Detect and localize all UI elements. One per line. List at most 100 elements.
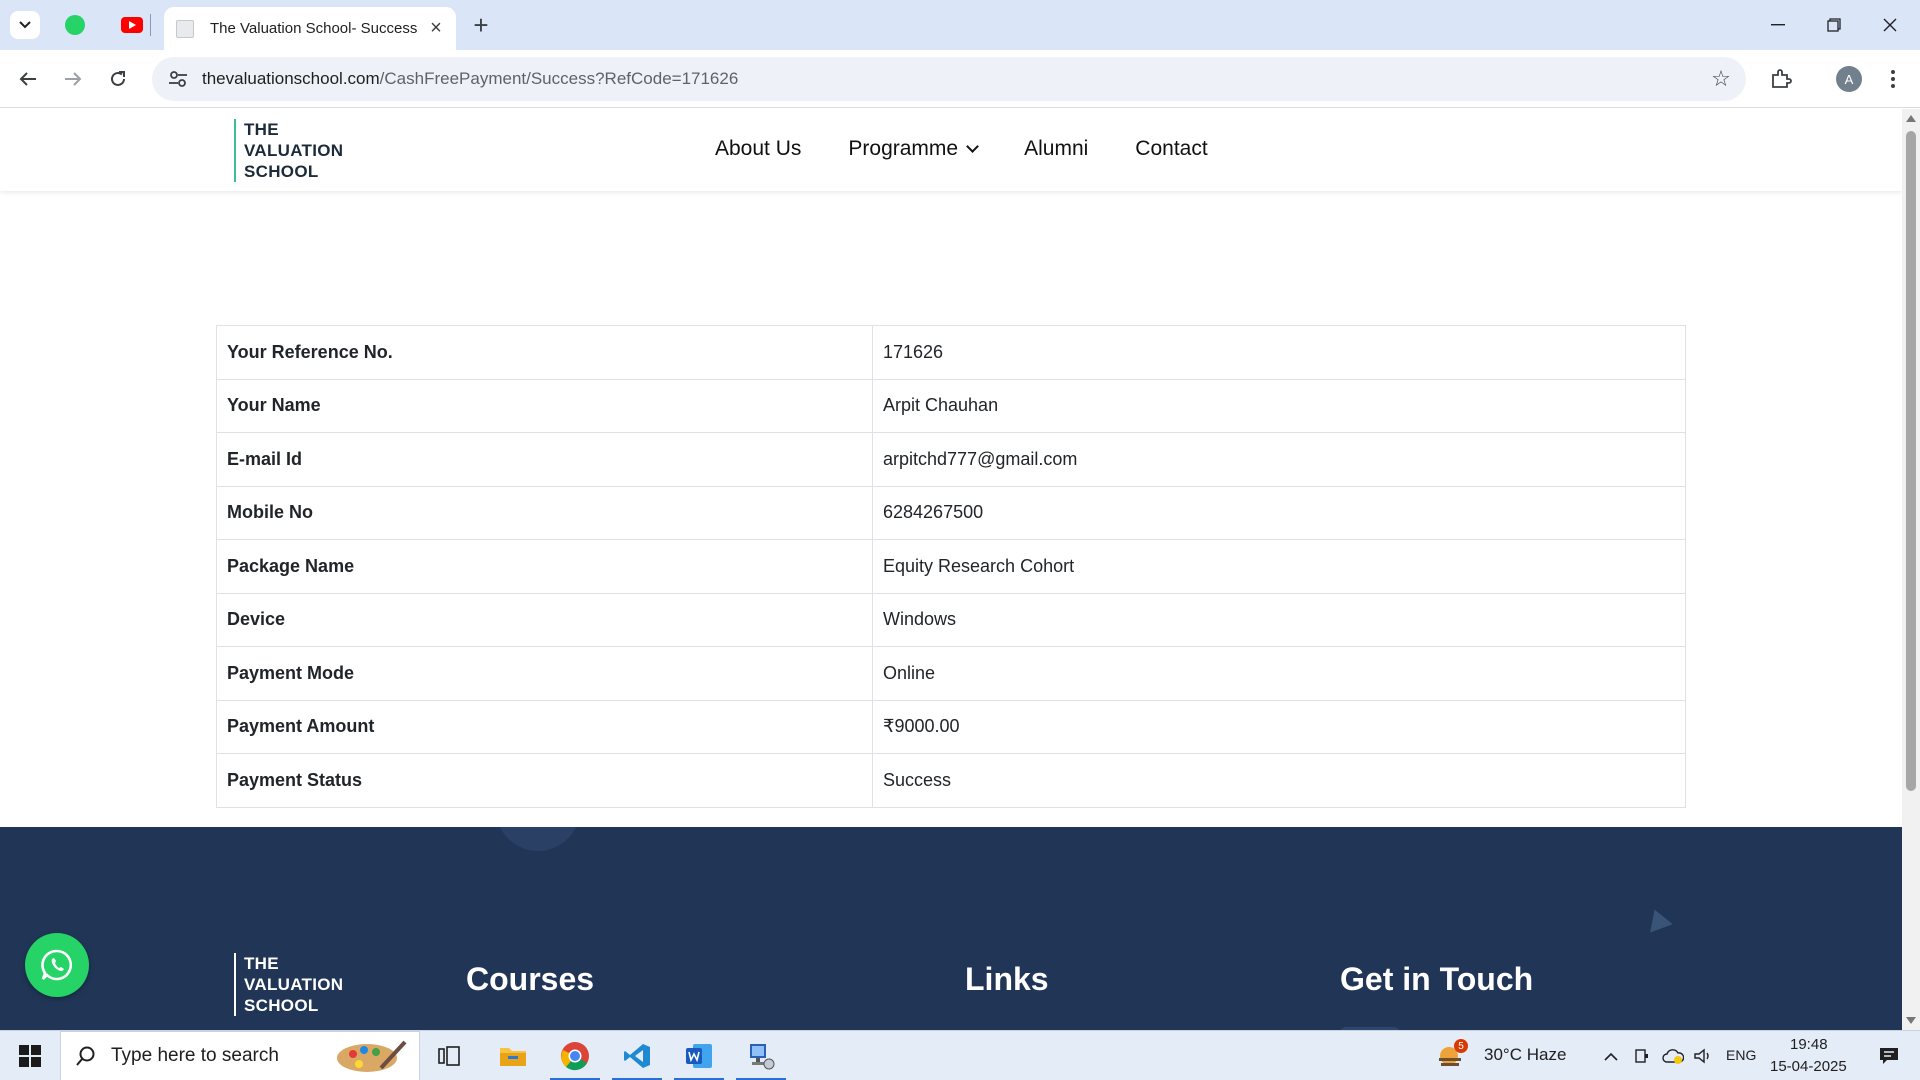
whatsapp-chat-button[interactable] [25,933,89,997]
taskbar-word[interactable] [670,1031,728,1080]
table-row: Package Name Equity Research Cohort [216,539,1686,594]
browser-tab-strip: The Valuation School- Success × + [0,0,1920,50]
nav-contact[interactable]: Contact [1135,137,1207,161]
row-label: Payment Mode [216,646,873,701]
minimize-button[interactable] [1750,0,1806,50]
browser-toolbar: thevaluationschool.com/CashFreePayment/S… [0,50,1920,108]
reload-icon [111,71,125,86]
task-view-button[interactable] [420,1031,478,1080]
tab-search-button[interactable] [10,11,40,39]
nav-alumni[interactable]: Alumni [1024,137,1088,161]
close-window-button[interactable] [1862,0,1918,50]
task-view-icon [438,1046,460,1066]
palette-illustration-icon [337,1040,407,1072]
weather-widget[interactable]: 5 [1428,1031,1472,1080]
notification-center-button[interactable] [1864,1031,1914,1080]
language-indicator[interactable]: ENG [1726,1047,1756,1063]
logo-line: THE [244,120,279,139]
row-label: E-mail Id [216,432,873,487]
tray-volume[interactable] [1688,1031,1718,1080]
tab-separator [150,14,151,36]
payment-details-table: Your Reference No. 171626 Your Name Arpit … [216,325,1686,808]
site-info-button[interactable] [158,57,198,101]
show-hidden-icons-button[interactable] [1596,1031,1626,1080]
pinned-tab-whatsapp[interactable] [60,11,90,39]
new-tab-button[interactable]: + [466,10,496,40]
computer-network-icon [750,1044,775,1070]
page-scrollbar[interactable] [1902,109,1920,1030]
more-vertical-icon [1891,70,1895,88]
row-label: Device [216,592,873,647]
youtube-icon [121,17,143,33]
nav-programme-label: Programme [848,137,959,160]
tray-onedrive[interactable] [1658,1031,1688,1080]
table-row: E-mail Id arpitchd777@gmail.com [216,432,1686,487]
search-icon [76,1046,95,1066]
vscode-icon [624,1044,650,1068]
row-value: arpitchd777@gmail.com [872,432,1686,487]
profile-avatar[interactable]: A [1836,66,1862,92]
footer-logo[interactable]: THE VALUATION SCHOOL [234,953,343,1016]
pinned-tab-youtube[interactable] [117,11,147,39]
row-label: Package Name [216,539,873,594]
row-label: Mobile No [216,485,873,540]
address-bar[interactable]: thevaluationschool.com/CashFreePayment/S… [152,57,1746,101]
start-button[interactable] [0,1031,60,1080]
tab-close-icon[interactable]: × [424,17,448,41]
arrow-left-icon [19,72,36,86]
url-text: thevaluationschool.com/CashFreePayment/S… [202,69,738,89]
taskbar-vscode[interactable] [608,1031,666,1080]
tab-title: The Valuation School- Success [210,20,418,37]
table-row: Your Reference No. 171626 [216,325,1686,380]
table-row: Device Windows [216,592,1686,647]
extensions-button[interactable] [1763,61,1799,97]
web-page: THE VALUATION SCHOOL About Us Programme … [0,109,1902,1030]
tray-meet-icon[interactable] [1628,1031,1656,1080]
row-value: Success [872,753,1686,808]
scroll-down-icon[interactable] [1906,1017,1916,1024]
clock-date[interactable]: 15-04-2025 [1770,1058,1847,1075]
clock-time[interactable]: 19:48 [1790,1036,1828,1053]
row-value: 6284267500 [872,485,1686,540]
table-row: Payment Mode Online [216,646,1686,701]
logo-line: VALUATION [244,141,344,160]
browser-menu-button[interactable] [1875,61,1911,97]
forward-button[interactable] [55,61,91,97]
bookmark-star-icon[interactable]: ☆ [1708,66,1734,92]
weather-badge: 5 [1454,1039,1468,1053]
taskbar-chrome[interactable] [546,1031,604,1080]
taskbar-file-explorer[interactable] [484,1031,542,1080]
nav-programme[interactable]: Programme [848,137,979,161]
row-label: Your Reference No. [216,325,873,380]
back-button[interactable] [10,61,46,97]
weather-text[interactable]: 30°C Haze [1484,1045,1566,1065]
site-logo[interactable]: THE VALUATION SCHOOL [234,119,343,182]
scroll-up-icon[interactable] [1906,115,1916,122]
nav-about-us[interactable]: About Us [715,137,801,161]
url-host: thevaluationschool.com [202,69,380,88]
footer-heading-courses: Courses [466,961,595,997]
taskbar-remote-app[interactable] [732,1031,790,1080]
footer-heading-links: Links [965,961,1049,997]
chevron-down-icon [966,140,979,153]
restore-button[interactable] [1806,0,1862,50]
arrow-right-icon [65,72,82,86]
tune-icon [169,71,187,87]
notification-icon [1880,1048,1898,1064]
row-value: Windows [872,592,1686,647]
logo-line: THE [244,954,279,973]
word-icon [686,1044,712,1068]
row-value: Equity Research Cohort [872,539,1686,594]
main-nav: About Us Programme Alumni Contact [715,137,1255,161]
scrollbar-thumb[interactable] [1906,131,1916,791]
whatsapp-icon [65,15,85,35]
close-icon [1883,18,1897,32]
reload-button[interactable] [100,61,136,97]
tab-active[interactable]: The Valuation School- Success × [164,7,456,50]
speaker-icon [1694,1048,1709,1064]
cloud-warning-icon [1662,1049,1684,1064]
taskbar-search[interactable]: Type here to search [60,1031,420,1080]
table-row: Payment Status Success [216,753,1686,808]
site-favicon-icon [176,19,194,38]
table-row: Mobile No 6284267500 [216,485,1686,540]
